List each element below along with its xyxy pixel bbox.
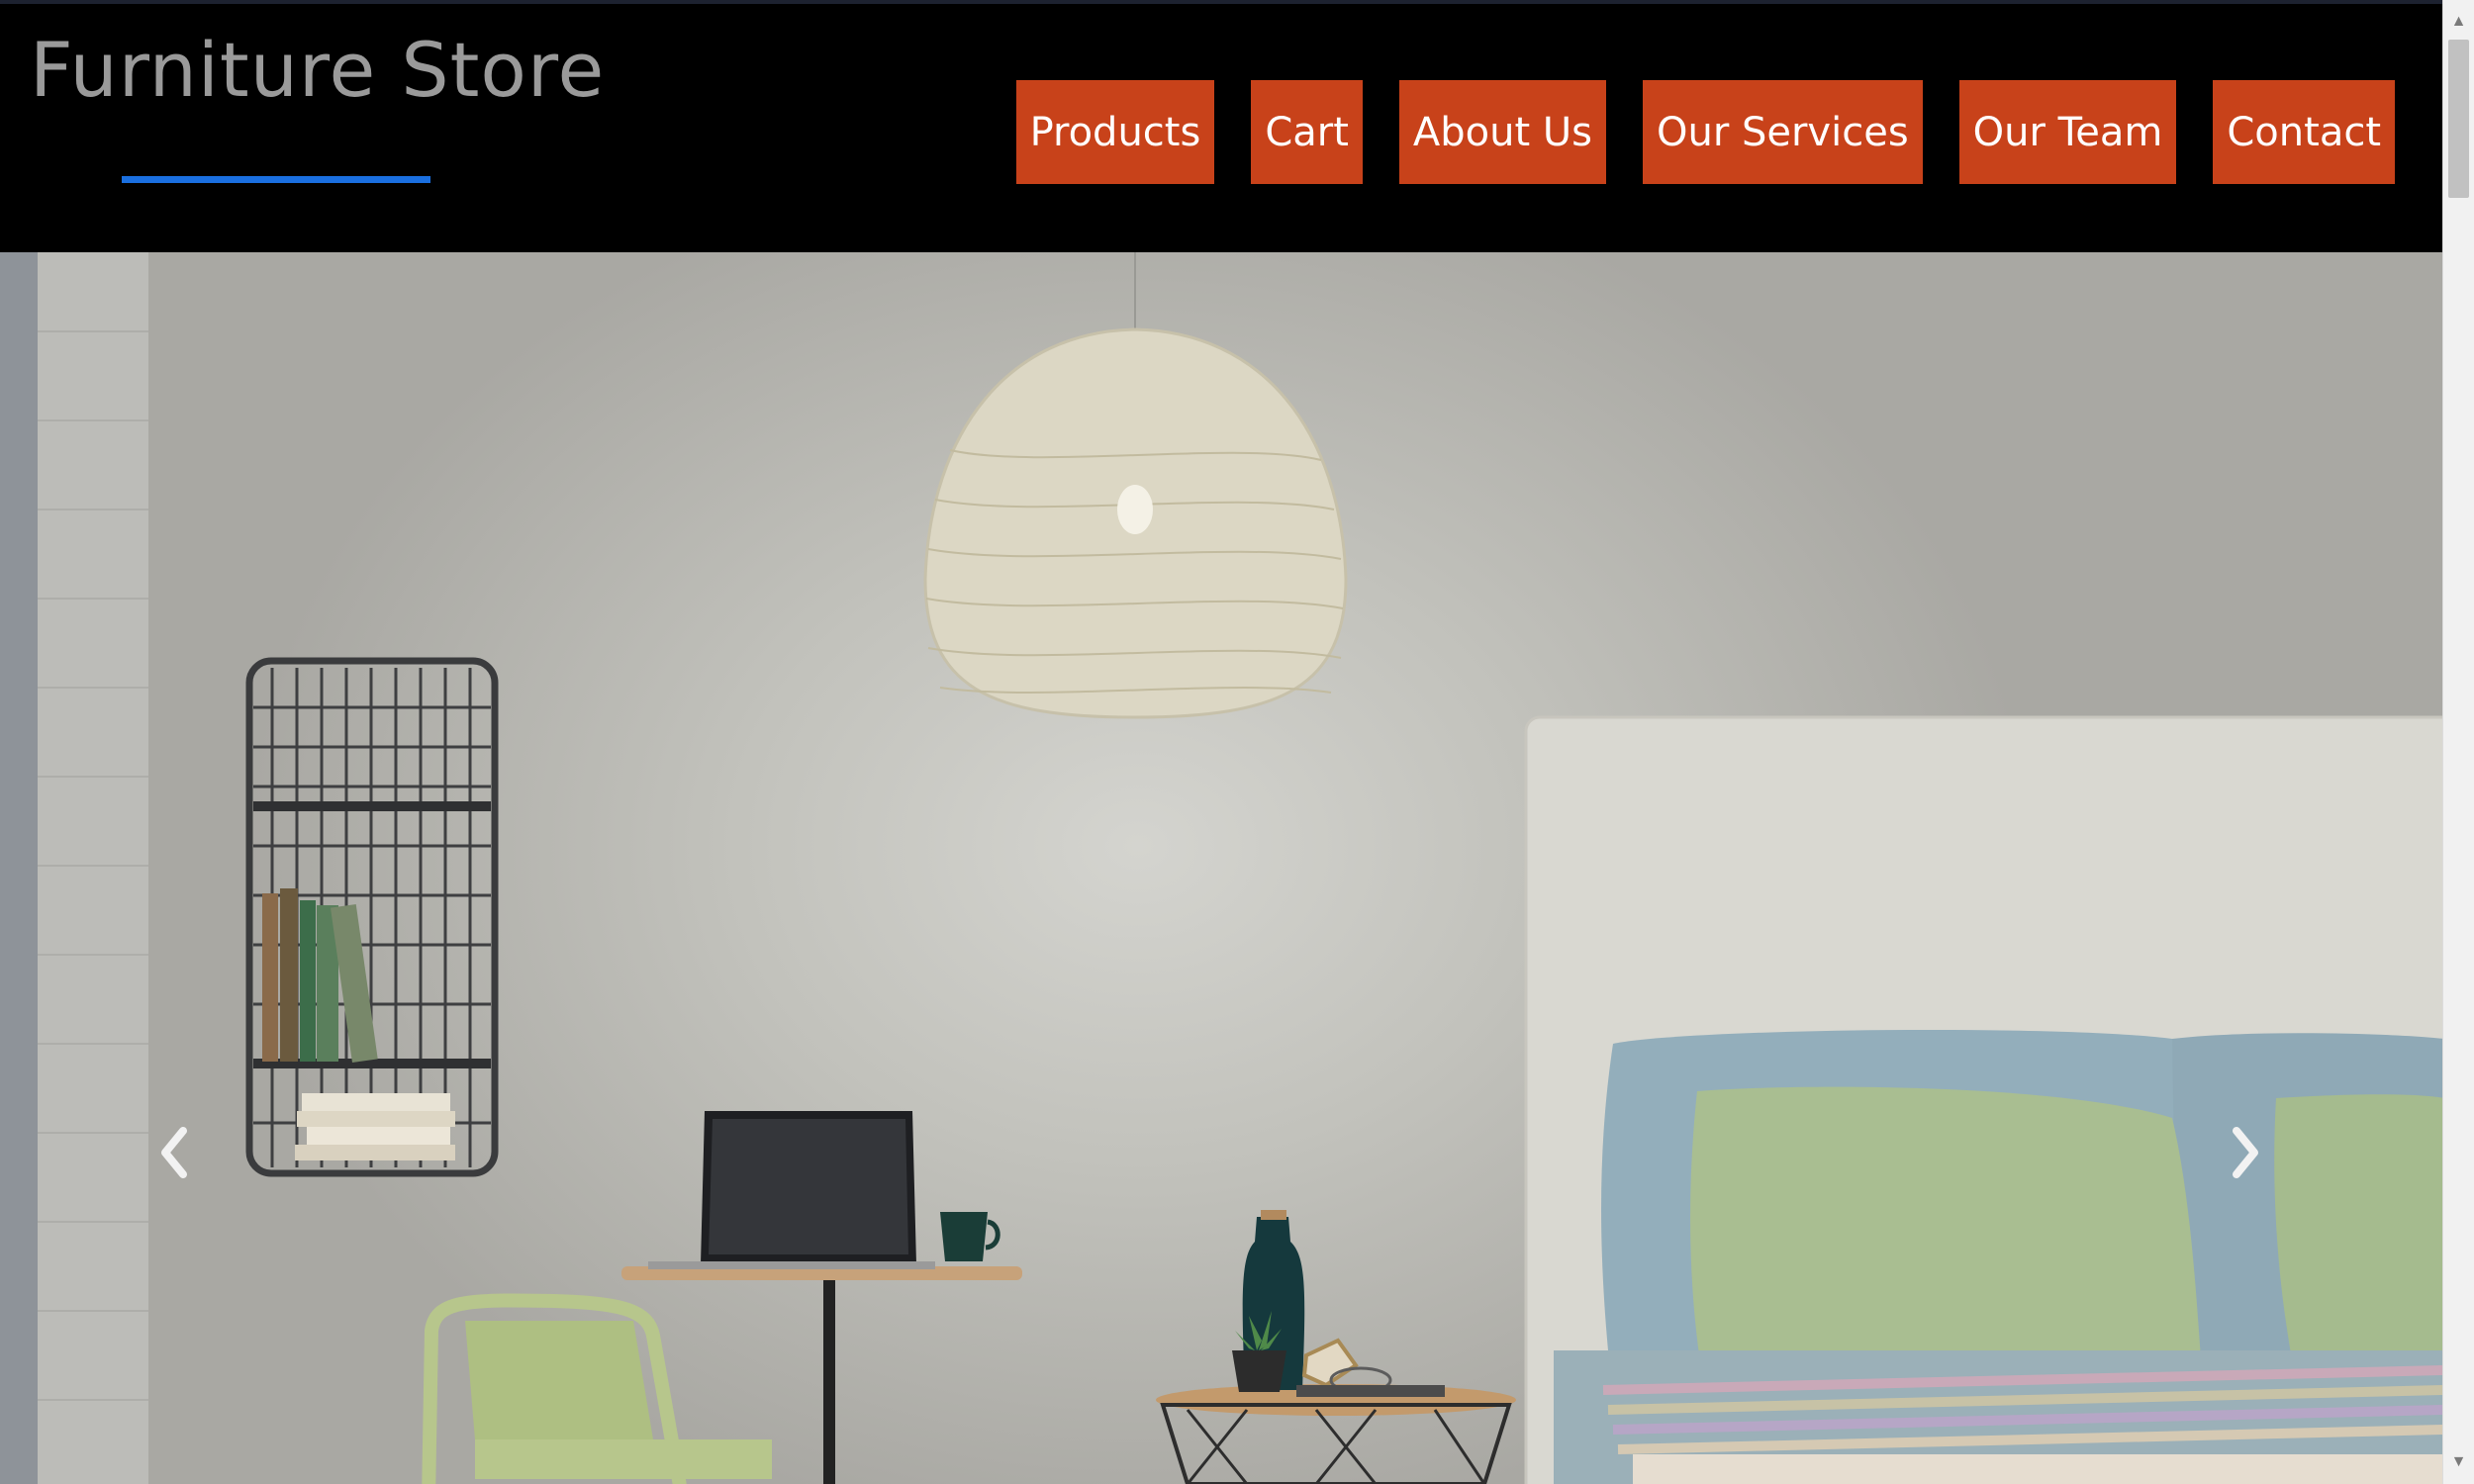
site-title[interactable]: Furniture Store [30, 26, 605, 114]
carousel-next-button[interactable] [2227, 1123, 2286, 1212]
nav-products-button[interactable]: Products [1015, 80, 1215, 184]
scroll-down-icon[interactable]: ▼ [2443, 1446, 2474, 1478]
chevron-right-icon [2233, 1127, 2258, 1178]
nav-cart-button[interactable]: Cart [1251, 80, 1363, 184]
carousel-prev-button[interactable] [153, 1123, 213, 1212]
scroll-up-icon[interactable]: ▲ [2443, 6, 2474, 38]
hero-carousel [0, 252, 2442, 1484]
nav-our-team-button[interactable]: Our Team [1958, 80, 2177, 184]
nav-contact-button[interactable]: Contact [2213, 80, 2395, 184]
page: Furniture Store Products Cart About Us O… [0, 0, 2474, 1484]
chevron-left-icon [161, 1127, 187, 1178]
main-nav: Products Cart About Us Our Services Our … [1015, 80, 2395, 184]
title-underline [122, 176, 430, 183]
vertical-scrollbar[interactable]: ▲ ▼ [2442, 0, 2474, 1484]
bedroom-scene-image [0, 252, 2442, 1484]
nav-about-us-button[interactable]: About Us [1398, 80, 1606, 184]
nav-our-services-button[interactable]: Our Services [1642, 80, 1923, 184]
scrollbar-thumb[interactable] [2448, 40, 2469, 198]
site-header: Furniture Store Products Cart About Us O… [0, 4, 2442, 252]
